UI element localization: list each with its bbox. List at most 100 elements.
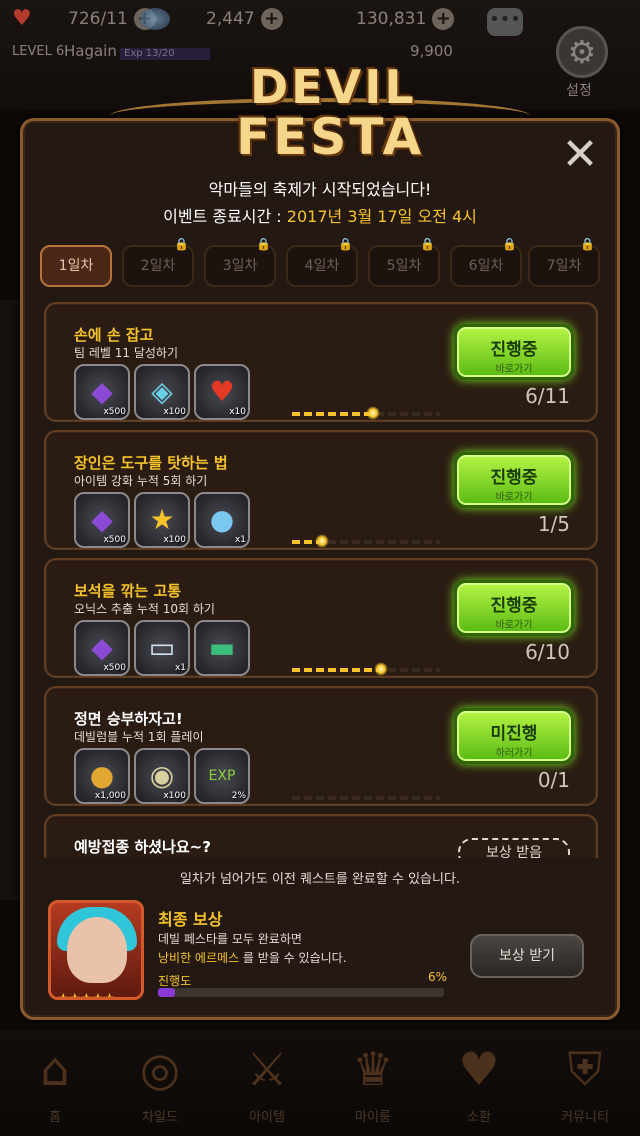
quest-list[interactable]: 손에 손 잡고 팀 레벨 11 달성하기 ◆ x500 ◈ x100 ♥ x10 진행… <box>44 302 598 858</box>
nav-home[interactable]: ⌂ 홈 <box>10 1040 100 1136</box>
quest-progress-track <box>292 662 440 676</box>
logo-line2: FESTA <box>236 108 425 166</box>
quest-desc: 오닉스 추출 누적 10회 하기 <box>74 602 215 616</box>
nav-summon[interactable]: ♥ 소환 <box>434 1040 524 1136</box>
tab-day-4[interactable]: 4일차 🔒 <box>286 237 358 287</box>
nav-label: 커뮤니티 <box>561 1110 609 1125</box>
lock-icon: 🔒 <box>580 237 595 251</box>
chat-icon[interactable]: ••• <box>487 8 523 36</box>
tab-label: 6일차 <box>468 258 504 274</box>
go-button-sublabel: 바로가기 <box>495 620 533 631</box>
quest-progress-track <box>292 796 440 800</box>
quest-title: 손에 손 잡고 <box>74 326 154 344</box>
star-rating-icon: ★★★★★ <box>57 991 116 1000</box>
reward-slot: ★ x100 <box>134 492 190 548</box>
final-reward-desc2-rest: 를 받을 수 있습니다. <box>239 951 347 965</box>
tab-day-3[interactable]: 3일차 🔒 <box>204 237 276 287</box>
tab-label: 7일차 <box>546 258 582 274</box>
nav-label: 차일드 <box>142 1110 178 1125</box>
tab-label: 3일차 <box>222 258 258 274</box>
lock-icon: 🔒 <box>420 237 435 251</box>
nav-myroom[interactable]: ♛ 마이룸 <box>328 1040 418 1136</box>
go-button[interactable]: 미진행하러가기 <box>454 708 574 764</box>
settings-label: 설정 <box>566 83 592 99</box>
tab-day-2[interactable]: 2일차 🔒 <box>122 237 194 287</box>
end-time-value: 2017년 3월 17일 오전 4시 <box>286 207 477 226</box>
final-progress-fill <box>158 988 176 997</box>
quest-count: 6/11 <box>525 384 570 408</box>
nav-label: 아이템 <box>249 1110 285 1125</box>
claimed-button[interactable]: 보상 받음 <box>458 838 570 858</box>
lock-icon: 🔒 <box>338 237 353 251</box>
final-reward-desc2: 낭비한 에르메스 를 받을 수 있습니다. <box>158 949 347 966</box>
claim-reward-button[interactable]: 보상 받기 <box>470 934 584 978</box>
stamina-value: 726/11 <box>68 9 128 29</box>
tab-day-5[interactable]: 5일차 🔒 <box>368 237 440 287</box>
final-progress-bar <box>158 988 444 997</box>
quest-title: 정면 승부하자고! <box>74 710 183 728</box>
nav-child[interactable]: ◎ 차일드 <box>115 1040 205 1136</box>
summon-icon: ♥ <box>458 1042 500 1096</box>
quest-desc: 팀 레벨 11 달성하기 <box>74 346 178 360</box>
tab-label: 2일차 <box>140 258 176 274</box>
progress-label: 진행도 <box>158 974 192 988</box>
tab-day-6[interactable]: 6일차 🔒 <box>450 237 522 287</box>
gem-icon <box>140 8 170 30</box>
progress-percent: 6% <box>428 970 448 984</box>
item-icon: ⚔ <box>246 1042 288 1096</box>
quest-title: 장인은 도구를 탓하는 법 <box>74 454 228 472</box>
go-button-sublabel: 바로가기 <box>495 364 533 375</box>
reward-qty: 2% <box>231 791 246 801</box>
quest-progress-fill <box>292 668 381 672</box>
quest-item: 정면 승부하자고! 데빌럼블 누적 1회 플레이 ● x1,000 ◉ x100 E… <box>44 686 598 806</box>
reward-slot: ▭ x1 <box>134 620 190 676</box>
background-dim <box>0 300 20 900</box>
nav-label: 소환 <box>467 1110 491 1125</box>
quest-item: 장인은 도구를 탓하는 법 아이템 강화 누적 5회 하기 ◆ x500 ★ x10… <box>44 430 598 550</box>
day-tabs: 1일차 2일차 🔒 3일차 🔒 4일차 🔒 5일차 🔒 6일차 🔒 7일차 🔒 <box>40 237 600 289</box>
gem-value: 2,447 <box>206 9 255 29</box>
gold-display: 130,831 + <box>356 8 455 30</box>
reward-slot: ◉ x100 <box>134 748 190 804</box>
nav-label: 홈 <box>49 1110 61 1125</box>
gold-value: 130,831 <box>356 9 427 29</box>
close-button[interactable]: ✕ <box>560 133 600 177</box>
quest-desc: 데빌럼블 누적 1회 플레이 <box>74 730 204 744</box>
quest-title: 예방접종 하셨나요~? <box>74 838 211 856</box>
reward-slot: ◆ x500 <box>74 364 130 420</box>
add-gold-button[interactable]: + <box>432 8 455 30</box>
reward-slot: ♥ x10 <box>194 364 250 420</box>
logo-line1: DEVIL <box>250 60 417 114</box>
go-button-label: 진행중 <box>490 340 538 360</box>
nav-community[interactable]: ⛨ 커뮤니티 <box>540 1040 630 1136</box>
reward-qty: x1 <box>234 535 246 545</box>
heart-icon: ♥ <box>12 6 32 31</box>
tab-day-7[interactable]: 7일차 🔒 <box>528 237 600 287</box>
tab-day-1[interactable]: 1일차 <box>40 245 112 287</box>
nav-item-menu[interactable]: ⚔ 아이템 <box>222 1040 312 1136</box>
quest-item: 예방접종 하셨나요~? 보상 받음 <box>44 814 598 858</box>
go-button[interactable]: 진행중 바로가기 <box>454 580 574 636</box>
go-button-label: 미진행 <box>490 724 538 744</box>
home-icon: ⌂ <box>40 1042 70 1096</box>
go-button-sublabel: 하러가기 <box>495 748 533 759</box>
lock-icon: 🔒 <box>502 237 517 251</box>
reward-slot: ◈ x100 <box>134 364 190 420</box>
go-button-sublabel: 바로가기 <box>495 492 533 503</box>
notice-text: 일차가 넘어가도 이전 퀘스트를 완료할 수 있습니다. <box>179 872 461 887</box>
portrait-face <box>67 917 127 983</box>
progress-spark <box>365 406 380 420</box>
quest-item: 손에 손 잡고 팀 레벨 11 달성하기 ◆ x500 ◈ x100 ♥ x10 진행… <box>44 302 598 422</box>
progress-spark <box>373 662 388 676</box>
reward-qty: x100 <box>163 791 186 801</box>
reward-qty: x10 <box>229 407 246 417</box>
go-button[interactable]: 진행중 바로가기 <box>454 452 574 508</box>
gear-icon[interactable]: ⚙ <box>556 26 608 78</box>
close-icon: ✕ <box>561 129 599 180</box>
add-gem-button[interactable]: + <box>260 8 283 30</box>
tab-label: 1일차 <box>58 258 94 274</box>
lock-icon: 🔒 <box>174 237 189 251</box>
go-button[interactable]: 진행중바로가기 <box>454 324 574 380</box>
green-card-icon: ▬ <box>208 631 236 664</box>
stamina-display: ♥ 726/11 + <box>12 8 156 30</box>
